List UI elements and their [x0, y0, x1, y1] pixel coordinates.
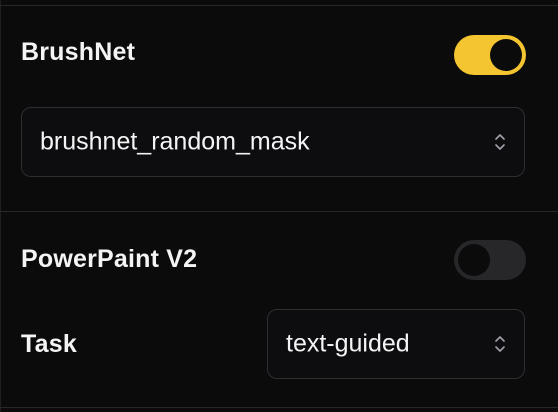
divider-middle	[0, 211, 558, 212]
powerpaint-toggle-knob	[458, 244, 490, 276]
settings-panel: BrushNet brushnet_random_mask PowerPaint…	[0, 0, 558, 412]
divider-bottom	[0, 407, 558, 408]
panel-left-border	[0, 0, 1, 412]
task-select[interactable]: text-guided	[267, 309, 525, 379]
divider-top	[0, 5, 558, 6]
chevron-up-down-icon	[495, 134, 505, 150]
task-select-value: text-guided	[286, 329, 410, 358]
brushnet-model-value: brushnet_random_mask	[40, 127, 310, 156]
brushnet-toggle[interactable]	[454, 35, 526, 75]
brushnet-toggle-knob	[490, 39, 522, 71]
brushnet-model-select[interactable]: brushnet_random_mask	[21, 107, 525, 177]
powerpaint-toggle[interactable]	[454, 240, 526, 280]
chevron-up-down-icon	[495, 336, 505, 352]
brushnet-label: BrushNet	[21, 38, 136, 66]
task-label: Task	[21, 330, 77, 358]
powerpaint-label: PowerPaint V2	[21, 245, 198, 273]
